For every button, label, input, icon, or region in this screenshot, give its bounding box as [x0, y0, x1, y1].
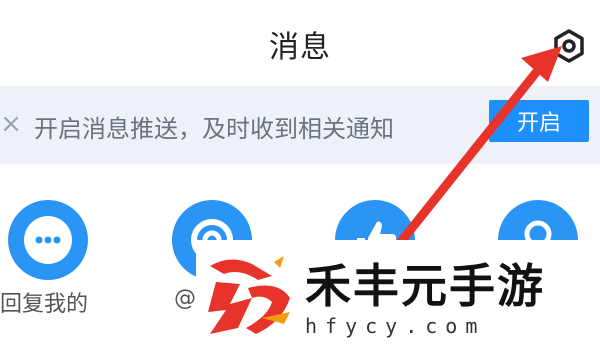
watermark-title: 禾丰元手游: [305, 259, 545, 313]
messages-page: 消息 × 开启消息推送，及时收到相关通知 开启 回复我的 @ 禾丰元手游 hfy…: [0, 0, 600, 355]
watermark-logo: [208, 256, 290, 334]
watermark-url: hfycy.com: [305, 314, 486, 338]
